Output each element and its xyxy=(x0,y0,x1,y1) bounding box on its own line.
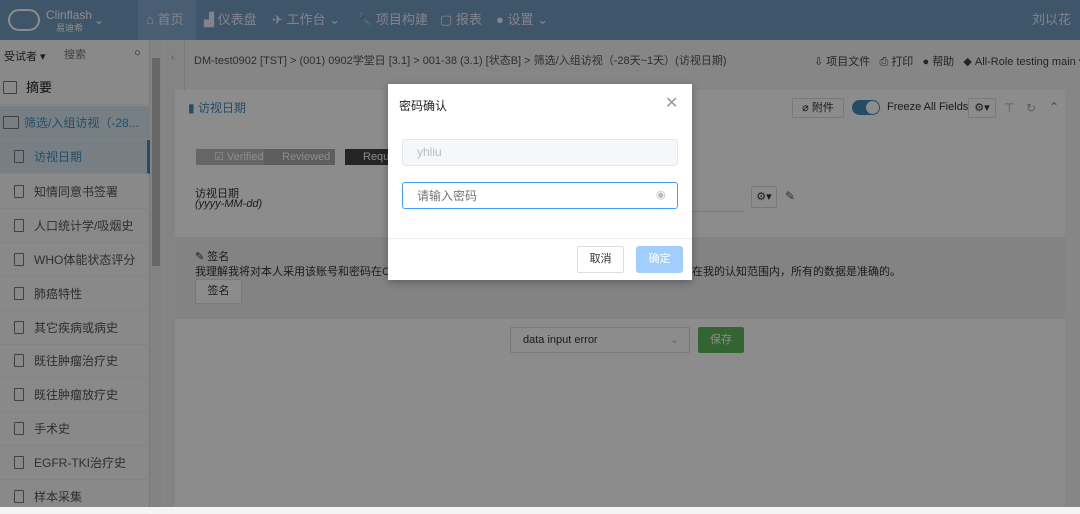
password-confirm-dialog: 密码确认 ✕ yhliu ◉ 取消 确定 xyxy=(388,84,692,280)
dialog-title: 密码确认 xyxy=(399,99,448,113)
cancel-button[interactable]: 取消 xyxy=(577,246,624,273)
password-input[interactable] xyxy=(402,182,678,209)
username-field: yhliu xyxy=(402,139,678,166)
confirm-button[interactable]: 确定 xyxy=(636,246,683,273)
dialog-footer-divider xyxy=(388,238,692,239)
eye-icon[interactable]: ◉ xyxy=(656,188,666,201)
close-icon[interactable]: ✕ xyxy=(665,93,678,113)
